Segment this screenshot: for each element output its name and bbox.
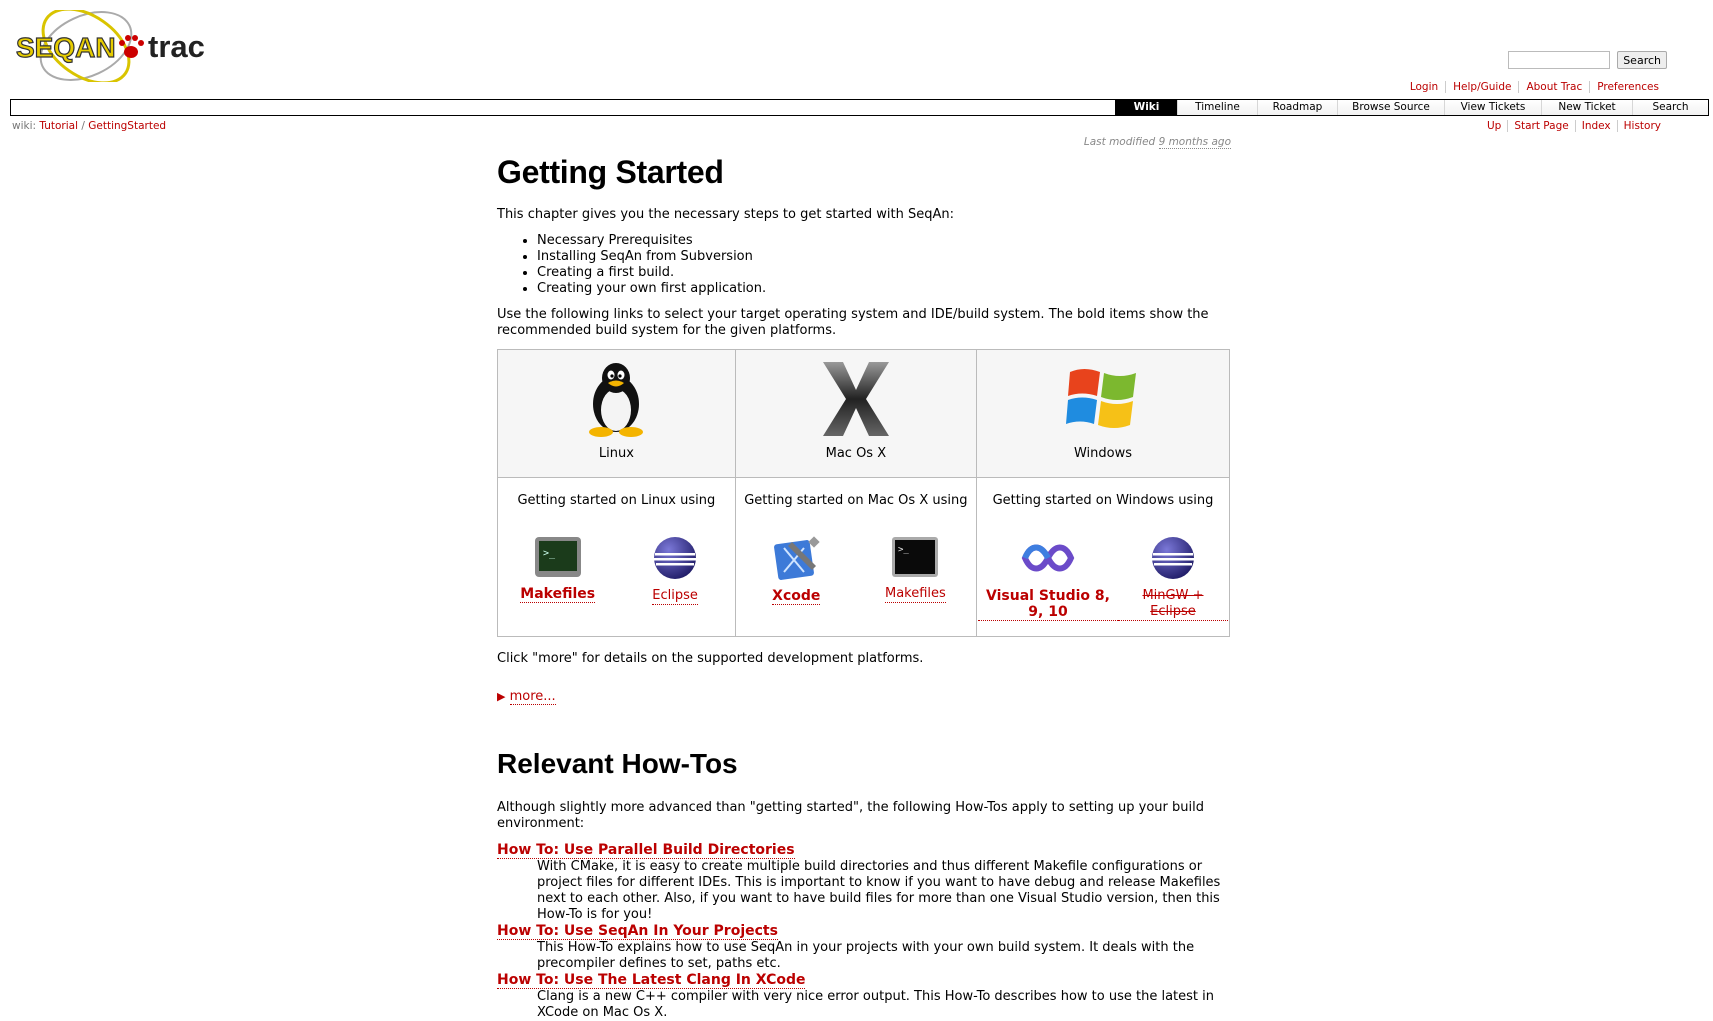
last-modified-prefix: Last modified — [1083, 136, 1156, 148]
tab-search[interactable]: Search — [1632, 100, 1708, 115]
howto-description: Clang is a new C++ compiler with very ni… — [537, 989, 1214, 1020]
mac-makefiles-link[interactable]: >_ Makefiles — [860, 536, 970, 605]
start-page-link[interactable]: Start Page — [1507, 120, 1574, 132]
platform-name: Mac Os X — [825, 446, 887, 461]
list-item: Creating a first build. — [537, 265, 1231, 281]
more-link[interactable]: more... — [509, 689, 556, 705]
logo-graphic: SEQAN trac — [15, 7, 205, 85]
search-input[interactable] — [1508, 51, 1611, 69]
tab-browse-source[interactable]: Browse Source — [1337, 100, 1444, 115]
linux-tools-cell: Getting started on Linux using >_ Makefi… — [497, 477, 736, 637]
breadcrumb-tutorial-link[interactable]: Tutorial — [39, 120, 78, 132]
tool-label: Makefiles — [884, 586, 946, 603]
visual-studio-icon — [1021, 544, 1075, 572]
mac-os-x-icon — [822, 362, 889, 436]
breadcrumb-current-link[interactable]: GettingStarted — [88, 120, 166, 132]
tool-label: Eclipse — [652, 588, 698, 605]
list-item: Necessary Prerequisites — [537, 233, 1231, 249]
history-link[interactable]: History — [1616, 120, 1667, 132]
linux-penguin-icon — [589, 363, 644, 437]
windows-logo-icon — [1065, 369, 1136, 428]
help-guide-link[interactable]: Help/Guide — [1445, 81, 1518, 93]
last-modified: Last modified 9 months ago — [1000, 136, 1231, 149]
tools-heading: Getting started on Mac Os X using — [744, 493, 968, 508]
eclipse-icon — [654, 537, 697, 579]
terminal-icon: >_ — [892, 537, 939, 577]
tool-label: Visual Studio 8, 9, 10 — [977, 588, 1118, 621]
intro-text: This chapter gives you the necessary ste… — [497, 207, 954, 222]
more-toggle[interactable]: ▶ more... — [497, 689, 556, 705]
up-link[interactable]: Up — [1481, 120, 1507, 132]
mac-tools-cell: Getting started on Mac Os X using Xcode — [734, 477, 977, 637]
linux-makefiles-link[interactable]: >_ Makefiles — [503, 536, 613, 605]
wiki-content: Getting Started This chapter gives you t… — [497, 148, 1231, 1021]
platform-name: Windows — [1073, 446, 1132, 461]
seqan-trac-logo[interactable]: SEQAN trac — [14, 7, 244, 85]
howtos-list: How To: Use Parallel Build Directories W… — [497, 842, 1231, 1021]
tab-view-tickets[interactable]: View Tickets — [1444, 100, 1541, 115]
howto-parallel-build-link[interactable]: How To: Use Parallel Build Directories — [497, 842, 795, 859]
svg-text:>_: >_ — [543, 548, 556, 559]
tools-heading: Getting started on Windows using — [992, 493, 1214, 508]
meta-nav: Login Help/Guide About Trac Preferences — [1403, 81, 1666, 93]
howto-description: With CMake, it is easy to create multipl… — [537, 859, 1221, 922]
howtos-heading: Relevant How-Tos — [497, 748, 738, 779]
windows-mingw-eclipse-link[interactable]: MinGW + Eclipse — [1117, 536, 1228, 621]
tab-new-ticket[interactable]: New Ticket — [1541, 100, 1632, 115]
howto-clang-xcode-link[interactable]: How To: Use The Latest Clang In XCode — [497, 972, 806, 989]
index-link[interactable]: Index — [1574, 120, 1617, 132]
about-trac-link[interactable]: About Trac — [1518, 81, 1589, 93]
logo-seqan-text: SEQAN — [16, 32, 116, 63]
search-button[interactable]: Search — [1617, 51, 1667, 69]
howto-seqan-projects-link[interactable]: How To: Use SeqAn In Your Projects — [497, 923, 778, 940]
links-text: Use the following links to select your t… — [497, 307, 1209, 338]
tools-heading: Getting started on Linux using — [517, 493, 716, 508]
breadcrumb-separator: / — [81, 120, 85, 132]
tab-timeline[interactable]: Timeline — [1177, 100, 1257, 115]
tool-label: Makefiles — [520, 586, 596, 603]
breadcrumb: wiki: Tutorial / GettingStarted — [12, 120, 166, 132]
terminal-icon: >_ — [534, 537, 581, 577]
platform-name: Linux — [598, 446, 634, 461]
windows-tools-cell: Getting started on Windows using Visual … — [975, 477, 1231, 637]
svg-text:>_: >_ — [898, 545, 909, 555]
xcode-icon — [774, 536, 820, 580]
mac-xcode-link[interactable]: Xcode — [741, 536, 851, 605]
howto-description: This How-To explains how to use SeqAn in… — [537, 940, 1195, 971]
platform-windows-cell: Windows — [975, 349, 1231, 478]
list-item: Creating your own first application. — [537, 281, 1231, 297]
linux-eclipse-link[interactable]: Eclipse — [620, 536, 730, 605]
windows-visual-studio-link[interactable]: Visual Studio 8, 9, 10 — [977, 536, 1118, 621]
main-nav: Wiki Timeline Roadmap Browse Source View… — [10, 99, 1709, 116]
page-title: Getting Started — [497, 154, 724, 190]
howtos-intro: Although slightly more advanced than "ge… — [497, 800, 1204, 831]
tab-wiki[interactable]: Wiki — [1115, 100, 1177, 115]
breadcrumb-prefix: wiki: — [12, 120, 37, 132]
tab-roadmap[interactable]: Roadmap — [1257, 100, 1337, 115]
more-note: Click "more" for details on the supporte… — [497, 651, 924, 666]
tool-label: MinGW + Eclipse — [1117, 588, 1228, 621]
eclipse-icon — [1151, 537, 1194, 579]
tool-label: Xcode — [772, 588, 821, 605]
list-item: Installing SeqAn from Subversion — [537, 249, 1231, 265]
search-form: Search — [1508, 51, 1667, 69]
platform-linux-cell: Linux — [497, 349, 736, 478]
platform-table: Linux Mac Os X Windows Getting started o… — [497, 349, 1231, 637]
login-link[interactable]: Login — [1403, 81, 1445, 93]
preferences-link[interactable]: Preferences — [1589, 81, 1666, 93]
platform-mac-cell: Mac Os X — [734, 349, 977, 478]
context-nav: Up Start Page Index History — [1481, 120, 1667, 132]
logo-trac-text: trac — [148, 29, 205, 64]
steps-list: Necessary Prerequisites Installing SeqAn… — [497, 233, 1231, 297]
triangle-right-icon: ▶ — [497, 690, 506, 703]
